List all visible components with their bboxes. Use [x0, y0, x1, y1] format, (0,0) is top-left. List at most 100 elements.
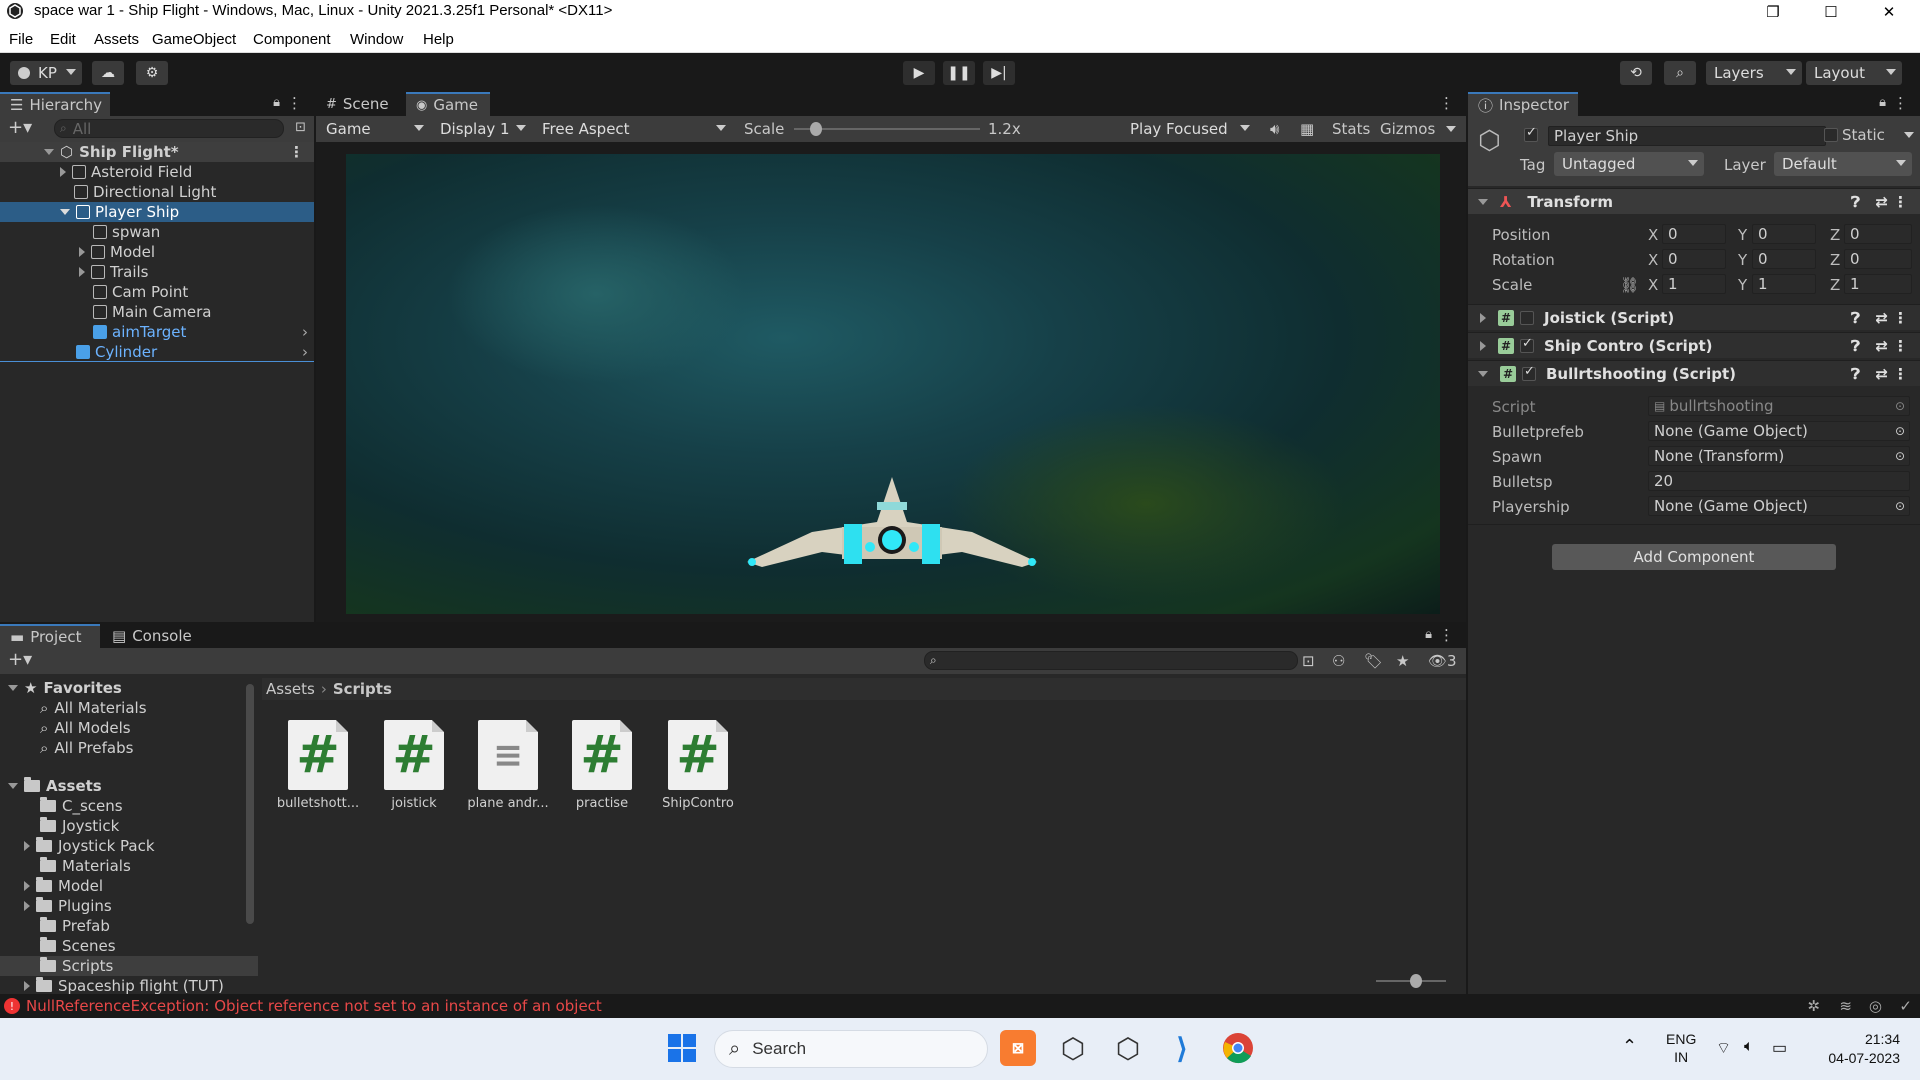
gizmos-dropdown-icon[interactable] [1446, 126, 1456, 132]
constrain-proportions-icon[interactable]: ⛓ [1620, 276, 1639, 294]
folder-spaceship-flight[interactable]: Spaceship flight (TUT) [0, 976, 258, 994]
tab-inspector[interactable]: ⓘ Inspector [1468, 92, 1578, 116]
expand-icon[interactable] [44, 149, 54, 155]
expand-icon[interactable] [79, 247, 85, 257]
menu-edit[interactable]: Edit [50, 31, 76, 48]
menu-window[interactable]: Window [350, 31, 403, 48]
asset-bulletshooting[interactable]: # bulletshott... [274, 720, 362, 811]
label-icon[interactable]: 🏷︎ [1364, 652, 1383, 670]
clock[interactable]: 21:34 04-07-2023 [1810, 1030, 1900, 1068]
folder-scripts[interactable]: Scripts [0, 956, 258, 976]
more-icon[interactable]: ⋮ [1893, 94, 1908, 112]
playership-field[interactable]: None (Game Object) ⊙ [1648, 496, 1910, 516]
check-circle-icon[interactable]: ✓ [1899, 997, 1912, 1015]
joistick-enabled-checkbox[interactable] [1520, 310, 1534, 325]
layers-dropdown[interactable]: Layers [1706, 61, 1802, 85]
hidden-packages-icon[interactable]: 👁︎3 [1428, 652, 1457, 670]
asset-shipcontro[interactable]: # ShipContro [654, 720, 742, 811]
help-icon[interactable]: ❓︎ [1851, 365, 1860, 383]
hierarchy-item-aimtarget[interactable]: aimTarget › [0, 322, 314, 342]
more-icon[interactable]: ⋮ [1439, 94, 1454, 112]
layers-stack-icon[interactable]: ≋ [1839, 997, 1852, 1015]
wifi-icon[interactable]: ⌔ [1716, 1038, 1731, 1058]
windows-start-icon[interactable] [664, 1030, 700, 1066]
collapse-icon[interactable] [8, 783, 18, 789]
expand-icon[interactable] [24, 981, 30, 991]
unity-hub-app-icon[interactable]: ⬡ [1055, 1030, 1091, 1066]
preset-icon[interactable]: ⇄ [1875, 365, 1888, 383]
rotation-x-field[interactable]: 0 [1662, 249, 1726, 269]
collapse-icon[interactable] [8, 685, 18, 691]
help-icon[interactable]: ❓︎ [1851, 193, 1860, 211]
play-focused-dropdown[interactable]: Play Focused [1122, 117, 1256, 141]
lock-icon[interactable]: 🔒︎ [1425, 627, 1432, 642]
add-icon[interactable]: +▾ [8, 649, 32, 670]
bullrtshooting-enabled-checkbox[interactable] [1522, 364, 1536, 381]
preset-icon[interactable]: ⇄ [1875, 193, 1888, 211]
game-viewport[interactable] [346, 154, 1440, 614]
help-icon[interactable]: ❓︎ [1851, 337, 1860, 355]
stats-button[interactable]: Stats [1332, 120, 1370, 138]
maximize-icon[interactable]: ☐ [1802, 0, 1860, 23]
lock-icon[interactable]: 🔒︎ [1879, 95, 1886, 110]
tab-project[interactable]: ▬ Project [0, 624, 100, 648]
hierarchy-item-cam-point[interactable]: Cam Point [0, 282, 314, 302]
favorite-star-icon[interactable]: ★ [1396, 652, 1409, 670]
active-checkbox[interactable] [1524, 125, 1538, 142]
folder-plugins[interactable]: Plugins [0, 896, 258, 916]
project-search-input[interactable]: ⌕ [924, 651, 1298, 670]
close-icon[interactable]: ✕ [1860, 0, 1918, 23]
icon-size-slider-thumb[interactable] [1410, 974, 1422, 988]
bulletprefeb-field[interactable]: None (Game Object) ⊙ [1648, 421, 1910, 441]
favorites-section[interactable]: ★ Favorites [0, 678, 258, 698]
folder-scenes[interactable]: Scenes [0, 936, 258, 956]
component-more-icon[interactable]: ⋮ [1893, 365, 1908, 383]
hierarchy-search-input[interactable]: ⌕ All [54, 119, 284, 138]
add-component-button[interactable]: Add Component [1552, 544, 1836, 570]
add-icon[interactable]: +▾ [8, 117, 32, 138]
scene-root-row[interactable]: ⬡ Ship Flight* ⋮ [0, 142, 314, 162]
object-picker-icon[interactable]: ⊙ [1895, 449, 1905, 463]
play-button[interactable]: ▶ [903, 61, 935, 85]
breadcrumb-scripts[interactable]: Scripts [333, 680, 392, 698]
gizmos-button[interactable]: Gizmos [1380, 120, 1435, 138]
expand-icon[interactable] [1480, 312, 1486, 323]
language-indicator[interactable]: ENG IN [1666, 1030, 1696, 1066]
battery-icon[interactable]: ▭ [1772, 1038, 1787, 1058]
component-more-icon[interactable]: ⋮ [1893, 337, 1908, 355]
collapse-icon[interactable] [1478, 198, 1488, 205]
ship-contro-enabled-checkbox[interactable] [1520, 336, 1534, 353]
asset-practise[interactable]: # practise [558, 720, 646, 811]
menu-assets[interactable]: Assets [94, 31, 139, 48]
hierarchy-item-spwan[interactable]: spwan [0, 222, 314, 242]
transform-header[interactable]: ⅄ Transform ❓︎ ⇄ ⋮ [1468, 188, 1920, 214]
layer-dropdown[interactable]: Default [1774, 152, 1912, 176]
folder-materials[interactable]: Materials [0, 856, 258, 876]
vscode-app-icon[interactable]: ⟩ [1164, 1030, 1200, 1066]
hierarchy-item-asteroid-field[interactable]: Asteroid Field [0, 162, 314, 182]
scene-more-icon[interactable]: ⋮ [289, 143, 304, 161]
expand-icon[interactable] [79, 267, 85, 277]
chevron-right-icon[interactable]: › [302, 323, 308, 341]
folder-prefab[interactable]: Prefab [0, 916, 258, 936]
collab-icon[interactable]: ⚙ [136, 61, 168, 85]
asset-plane-android[interactable]: ≡ plane andr... [464, 720, 552, 811]
hierarchy-item-main-camera[interactable]: Main Camera [0, 302, 314, 322]
game-mode-dropdown[interactable]: Game [318, 117, 430, 141]
volume-icon[interactable]: 🔈︎ [1744, 1038, 1754, 1056]
hierarchy-item-directional-light[interactable]: Directional Light [0, 182, 314, 202]
static-dropdown-icon[interactable] [1904, 132, 1914, 138]
more-icon[interactable]: ⋮ [1439, 626, 1454, 644]
search-icon[interactable]: ⌕ [1664, 61, 1696, 85]
chevron-right-icon[interactable]: › [302, 343, 308, 361]
aspect-dropdown[interactable]: Free Aspect [534, 117, 732, 141]
tab-console[interactable]: ▤ Console [102, 624, 202, 648]
hierarchy-item-player-ship[interactable]: Player Ship [0, 202, 314, 222]
bulletsp-field[interactable]: 20 [1648, 471, 1910, 491]
preset-icon[interactable]: ⇄ [1875, 309, 1888, 327]
help-icon[interactable]: ❓︎ [1851, 309, 1860, 327]
xampp-app-icon[interactable]: ⊠ [1000, 1030, 1036, 1066]
rotation-z-field[interactable]: 0 [1844, 249, 1912, 269]
component-more-icon[interactable]: ⋮ [1893, 193, 1908, 211]
position-y-field[interactable]: 0 [1752, 224, 1816, 244]
